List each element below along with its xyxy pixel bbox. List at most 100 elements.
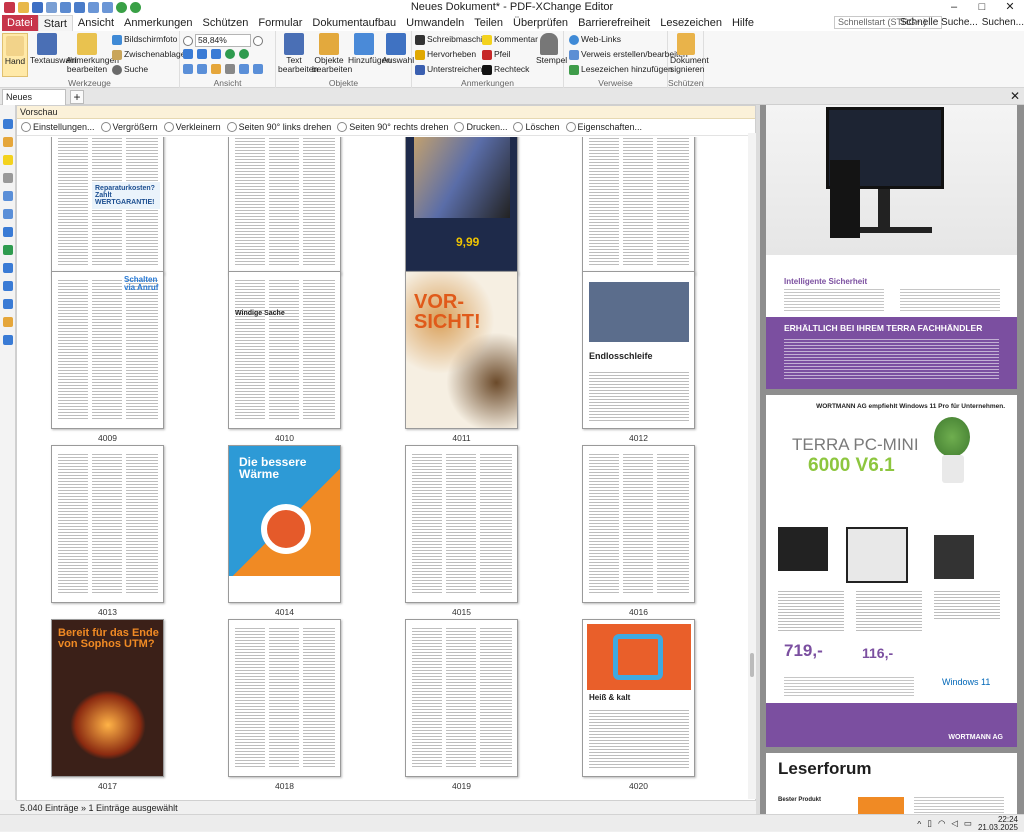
page-thumbnail[interactable] [228, 619, 341, 777]
maximize-button[interactable]: □ [968, 0, 996, 15]
quick-find-button[interactable]: Schnelle Suche... [900, 15, 978, 31]
open-icon[interactable] [18, 2, 29, 13]
clock[interactable]: 22:24 21.03.2025 [978, 815, 1018, 832]
scrollbar-thumb[interactable] [750, 653, 754, 677]
edit-objects-button[interactable]: Objekte bearbeiten [312, 33, 352, 74]
rotate-right-button[interactable]: Seiten 90° rechts drehen [337, 122, 448, 132]
actual-size-icon[interactable] [211, 49, 221, 59]
menu-lesezeichen[interactable]: Lesezeichen [655, 15, 727, 31]
destinations-panel-icon[interactable] [3, 281, 13, 291]
zoom-out-button[interactable]: Verkleinern [163, 122, 221, 132]
wifi-icon[interactable]: ◠ [938, 818, 945, 829]
page-thumbnail[interactable]: Endlosschleife [582, 271, 695, 429]
web-links-button[interactable]: Web-Links [569, 34, 621, 45]
two-pages-icon[interactable] [197, 64, 207, 74]
arrow-button[interactable]: Pfeil [482, 49, 511, 60]
minimize-button[interactable]: – [940, 0, 968, 15]
menu-anmerkungen[interactable]: Anmerkungen [119, 15, 198, 31]
page-thumbnail[interactable] [228, 137, 341, 275]
content-panel-icon[interactable] [3, 209, 13, 219]
link-panel-icon[interactable] [3, 317, 13, 327]
edit-annotations-button[interactable]: Anmerkungen bearbeiten [66, 33, 119, 74]
page-thumbnail[interactable]: VOR-SICHT! [405, 271, 518, 429]
preview-scrollbar[interactable] [748, 133, 756, 799]
sign-document-button[interactable]: Dokument signieren [670, 33, 709, 74]
rotate-right-icon[interactable] [239, 49, 249, 59]
screenshot-button[interactable]: Bildschirmfoto [112, 34, 177, 45]
menu-barrierefreiheit[interactable]: Barrierefreiheit [573, 15, 655, 31]
select-button[interactable]: Auswahl [382, 33, 414, 65]
save-icon[interactable] [32, 2, 43, 13]
print-icon[interactable] [46, 2, 57, 13]
delete-button[interactable]: Löschen [513, 122, 560, 132]
add-bookmark-button[interactable]: Lesezeichen hinzufügen [569, 64, 673, 75]
page-thumbnail[interactable] [582, 445, 695, 603]
battery-icon[interactable]: ▭ [964, 818, 972, 829]
page-thumbnail[interactable]: Heiß & kalt [582, 619, 695, 777]
fields-panel-icon[interactable] [3, 227, 13, 237]
menu-file[interactable]: Datei [2, 15, 38, 31]
bookmarks-panel-icon[interactable] [3, 119, 13, 129]
zoom-input[interactable]: 58,84% [195, 34, 251, 47]
search-button[interactable]: Suchen... [982, 15, 1024, 31]
grid-icon[interactable] [253, 64, 263, 74]
search-tool-button[interactable]: Suche [112, 64, 148, 75]
menu-dokumentaufbau[interactable]: Dokumentaufbau [307, 15, 401, 31]
pages-panel-icon[interactable] [3, 137, 13, 147]
menu-umwandeln[interactable]: Umwandeln [401, 15, 469, 31]
rotate-left-button[interactable]: Seiten 90° links drehen [226, 122, 331, 132]
pages-icon[interactable] [239, 64, 249, 74]
back-icon[interactable] [116, 2, 127, 13]
rotate-left-icon[interactable] [225, 49, 235, 59]
underline-button[interactable]: Unterstreichen [415, 64, 482, 75]
speaker-icon[interactable]: ◁ [951, 818, 958, 829]
articles-panel-icon[interactable] [3, 263, 13, 273]
menu-schuetzen[interactable]: Schützen [198, 15, 254, 31]
bookmark-view-icon[interactable] [211, 64, 221, 74]
properties-button[interactable]: Eigenschaften... [565, 122, 642, 132]
email-icon[interactable] [60, 2, 71, 13]
hand-tool-button[interactable]: Hand [2, 33, 28, 77]
undo-icon[interactable] [88, 2, 99, 13]
close-button[interactable]: ✕ [996, 0, 1024, 15]
text-select-button[interactable]: Textauswahl [30, 33, 77, 65]
settings-button[interactable]: Einstellungen... [21, 122, 95, 132]
page-thumbnail[interactable]: Schalten via Anruf [51, 271, 164, 429]
page-thumbnail[interactable]: Bereit für das Ende von Sophos UTM? [51, 619, 164, 777]
rectangle-button[interactable]: Rechteck [482, 64, 529, 75]
scan-icon[interactable] [74, 2, 85, 13]
clipboard-button[interactable]: Zwischenablage [112, 49, 185, 60]
usb-icon[interactable]: ▯ [927, 818, 932, 829]
page-thumbnail[interactable]: Windige Sache [228, 271, 341, 429]
menu-ueberpruefen[interactable]: Überprüfen [508, 15, 573, 31]
typewriter-button[interactable]: Schreibmaschine [415, 34, 492, 45]
tags-panel-icon[interactable] [3, 299, 13, 309]
chevron-up-icon[interactable]: ^ [917, 819, 921, 829]
add-button[interactable]: Hinzufügen [348, 33, 391, 65]
single-page-icon[interactable] [183, 64, 193, 74]
page-thumbnail[interactable]: Die bessere Wärme [228, 445, 341, 603]
redo-icon[interactable] [102, 2, 113, 13]
page-thumbnail[interactable] [582, 137, 695, 275]
layers-panel-icon[interactable] [3, 191, 13, 201]
menu-ansicht[interactable]: Ansicht [73, 15, 119, 31]
attachments-panel-icon[interactable] [3, 173, 13, 183]
zoom-in-icon[interactable] [253, 35, 263, 46]
signatures-panel-icon[interactable] [3, 245, 13, 255]
close-document-icon[interactable]: ✕ [1010, 89, 1020, 103]
page-thumbnail[interactable]: 9,99 [405, 137, 518, 275]
page-thumbnail[interactable] [405, 445, 518, 603]
highlight-button[interactable]: Hervorheben [415, 49, 476, 60]
print-button[interactable]: Drucken... [454, 122, 507, 132]
tab-document[interactable]: Neues Dokument * [2, 89, 66, 116]
fit-width-icon[interactable] [197, 49, 207, 59]
menu-start[interactable]: Start [37, 15, 73, 31]
new-tab-button[interactable]: + [70, 90, 84, 104]
attach-icon[interactable] [225, 64, 235, 74]
menu-hilfe[interactable]: Hilfe [727, 15, 759, 31]
zoom-out-icon[interactable] [183, 35, 193, 46]
page-thumbnail[interactable] [51, 445, 164, 603]
comments-panel-icon[interactable] [3, 155, 13, 165]
fit-page-icon[interactable] [183, 49, 193, 59]
menu-formular[interactable]: Formular [253, 15, 307, 31]
